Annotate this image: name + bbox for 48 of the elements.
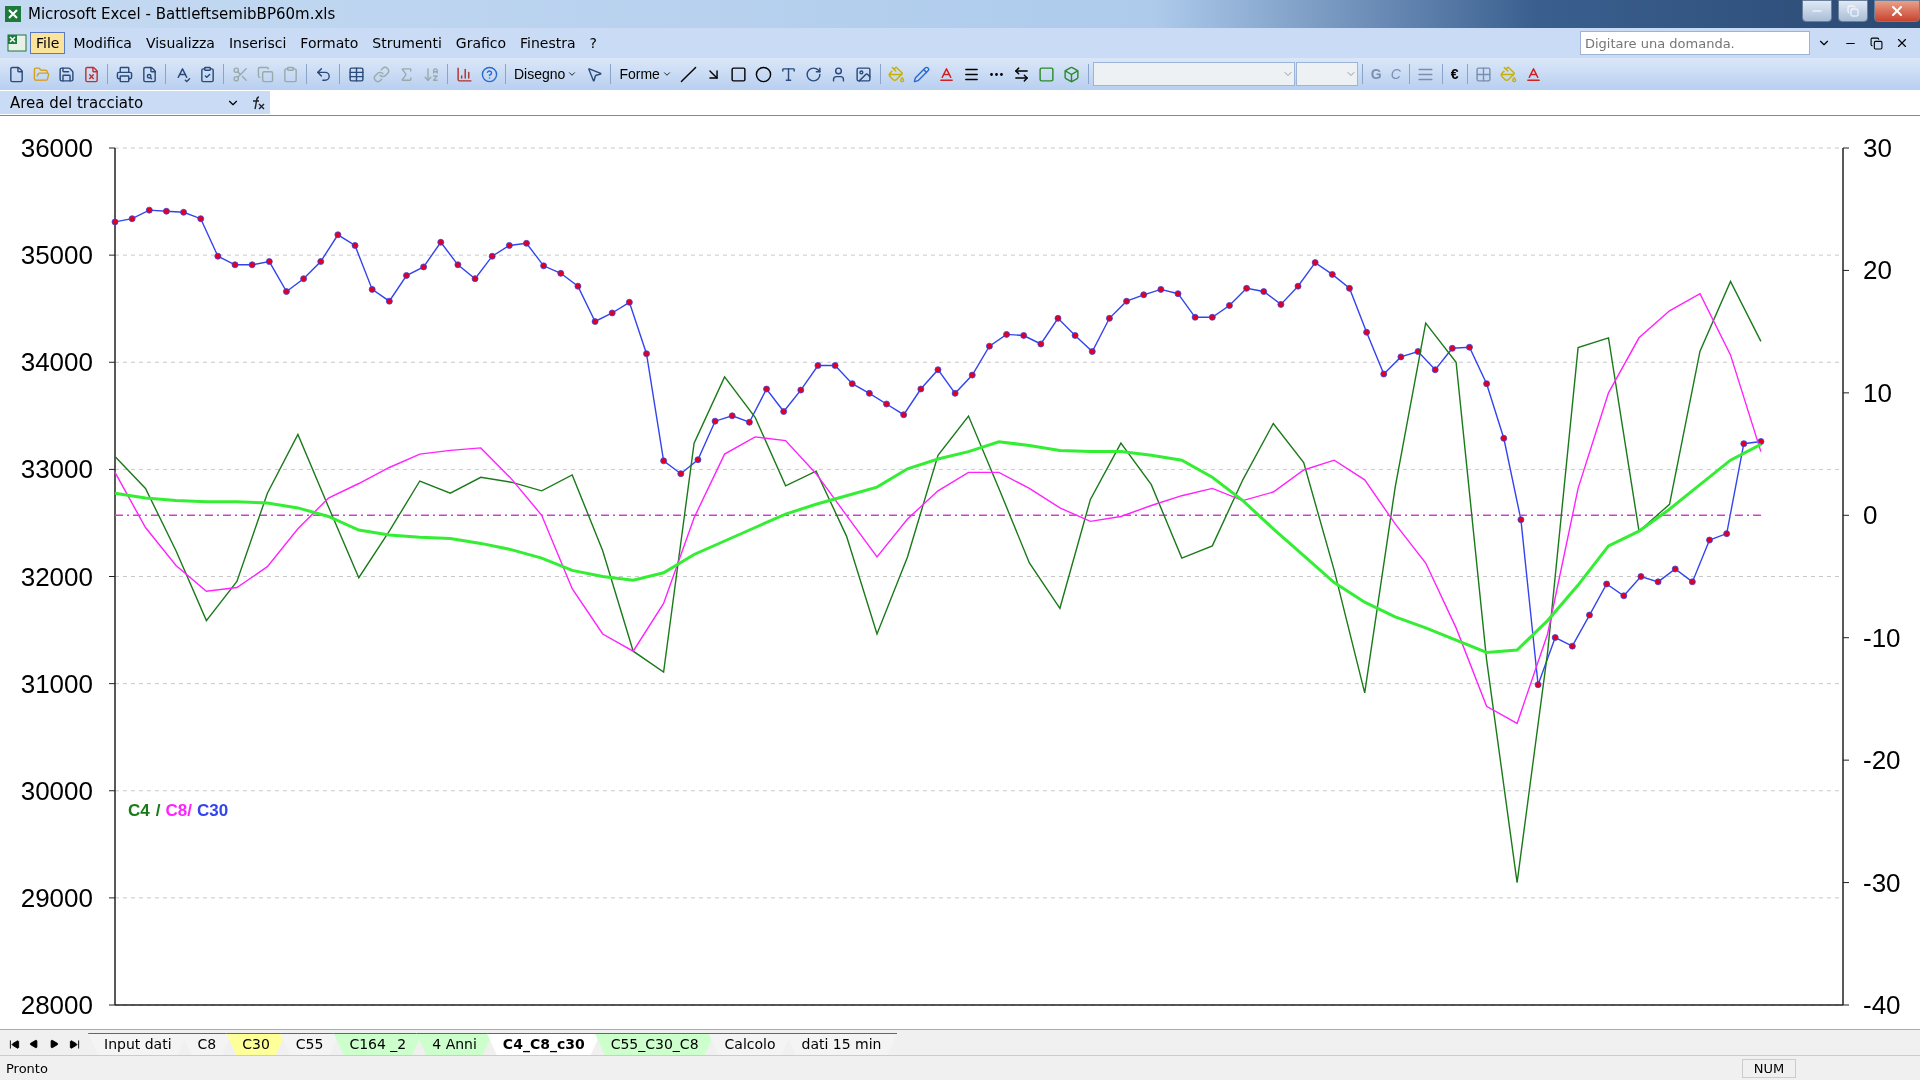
chart-legend: C4 / C8/ C30 (128, 801, 229, 820)
axis-label: 20 (1863, 255, 1892, 286)
axis-label: -30 (1863, 867, 1901, 898)
menu-item[interactable]: Finestra (514, 32, 582, 54)
menu-item[interactable]: File (30, 32, 66, 54)
caret-icon (567, 69, 578, 79)
caret-icon (661, 69, 672, 79)
spreadsheet-doc-icon[interactable] (6, 33, 28, 53)
axis-label: 10 (1863, 377, 1892, 408)
axis-label: 0 (1863, 500, 1878, 531)
help-search-field[interactable]: Digitare una domanda. (1580, 31, 1810, 55)
currency-button[interactable]: € (1446, 61, 1463, 87)
axis-label: 35000 (20, 240, 93, 271)
status-text: Pronto (6, 1060, 49, 1076)
axis-label: 30000 (20, 775, 93, 806)
axis-label: 30 (1863, 133, 1892, 163)
menu-item[interactable]: Strumenti (366, 32, 448, 54)
axis-label: -40 (1863, 990, 1901, 1020)
restore-button[interactable] (1838, 0, 1868, 22)
menu-item[interactable]: Grafico (449, 32, 513, 54)
menu-item[interactable]: Inserisci (222, 32, 293, 54)
font-size-field[interactable] (1295, 62, 1358, 86)
axis-label: -20 (1863, 745, 1901, 776)
name-box[interactable]: Area del tracciato (0, 91, 246, 114)
axis-label: 32000 (20, 561, 93, 592)
axis-label: 28000 (20, 990, 93, 1020)
restore-icon (1847, 5, 1859, 17)
axis-label: 34000 (20, 347, 93, 378)
draw-menu[interactable]: Disegno (510, 61, 582, 87)
minimize-button[interactable] (1802, 0, 1832, 22)
axis-label: 36000 (20, 133, 93, 163)
font-name-field[interactable] (1092, 62, 1295, 86)
axis-label: -10 (1863, 622, 1901, 653)
window-title: Microsoft Excel - BattleftsemibBP60m.xls (28, 5, 336, 23)
menu-item[interactable]: Modifica (67, 32, 138, 54)
shapes-menu[interactable]: Forme (615, 61, 676, 87)
close-icon (1889, 3, 1905, 19)
axis-label: 29000 (20, 882, 93, 913)
axis-label: 31000 (20, 668, 93, 699)
function-icon[interactable] (246, 91, 270, 114)
name-box-value: Area del tracciato (10, 93, 144, 112)
menu-item[interactable]: Formato (294, 32, 365, 54)
spreadsheet-app-icon (4, 5, 22, 23)
close-button[interactable] (1874, 0, 1920, 22)
menu-item[interactable]: ? (583, 32, 603, 54)
status-indicator: NUM (1742, 1058, 1796, 1078)
axis-label: 33000 (20, 454, 93, 485)
menu-item[interactable]: Visualizza (139, 32, 221, 54)
